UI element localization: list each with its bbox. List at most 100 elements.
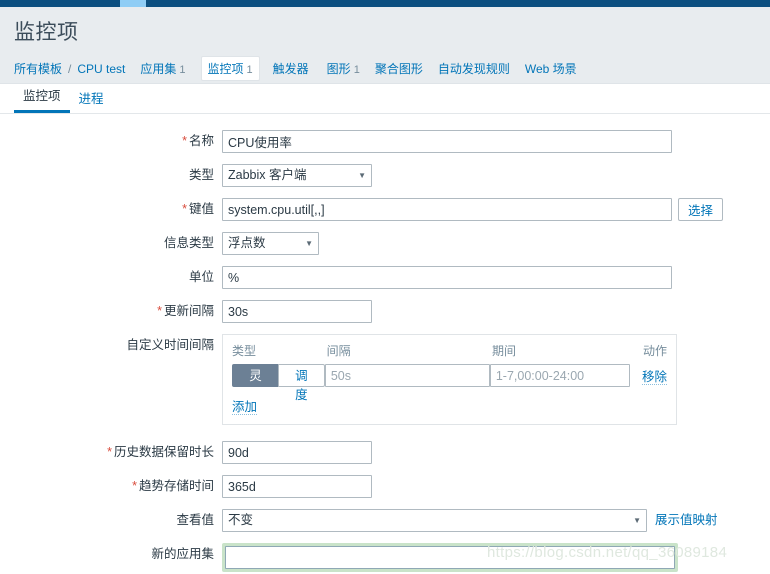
form-row-custom-intervals: 自定义时间间隔 类型 间隔 期间 动作 灵活 调度 50s 1-7,00:00-… (0, 334, 770, 425)
breadcrumb-item-count: 1 (179, 64, 186, 76)
units-label-text: 单位 (188, 270, 214, 284)
custom-intervals-label-text: 自定义时间间隔 (126, 338, 214, 352)
tab-item[interactable]: 监控项 (14, 85, 70, 113)
required-marker: * (157, 304, 162, 318)
new-application-label-text: 新的应用集 (151, 547, 214, 561)
value-mapping-label: 查看值 (0, 509, 222, 531)
form-row-name: * 名称 (0, 130, 770, 153)
breadcrumb-host[interactable]: CPU test (77, 62, 125, 76)
form-row-type: 类型 Zabbix 客户端 ▼ (0, 164, 770, 187)
breadcrumb-all-templates[interactable]: 所有模板 (14, 60, 62, 77)
tab-bar: 监控项 进程 (0, 84, 770, 114)
units-input[interactable] (222, 266, 672, 289)
trends-input[interactable] (222, 475, 372, 498)
toggle-group: 灵活 调度 (232, 364, 325, 402)
type-select[interactable]: Zabbix 客户端 ▼ (222, 164, 372, 187)
form-row-new-application: 新的应用集 (0, 543, 770, 572)
trends-label-text: 趋势存储时间 (138, 479, 214, 493)
value-mapping-label-text: 查看值 (176, 513, 214, 527)
column-header-type: 类型 (232, 344, 257, 358)
custom-intervals-control: 类型 间隔 期间 动作 灵活 调度 50s 1-7,00:00-24:00 移除… (222, 334, 770, 425)
interval-period-input[interactable] (489, 364, 630, 387)
form-row-history: * 历史数据保留时长 (0, 441, 770, 464)
breadcrumb-item-label: 监控项 (207, 62, 244, 76)
info-type-label-text: 信息类型 (163, 236, 214, 250)
toggle-flexible-button[interactable]: 灵活 (232, 364, 278, 402)
breadcrumb-item-label: 聚合图形 (374, 62, 423, 76)
interval-action-cell: 移除 (630, 366, 667, 385)
chevron-down-icon: ▼ (305, 238, 313, 248)
update-interval-input[interactable] (222, 300, 372, 323)
form-row-units: 单位 (0, 266, 770, 289)
trends-label: * 趋势存储时间 (0, 475, 222, 497)
new-application-label: 新的应用集 (0, 543, 222, 565)
breadcrumb-item-count: 1 (353, 64, 360, 76)
key-control: 选择 (222, 198, 770, 221)
page-header: 监控项 (0, 7, 770, 54)
interval-period-cell (489, 364, 630, 387)
name-label: * 名称 (0, 130, 222, 152)
new-application-input[interactable] (225, 546, 675, 569)
form-row-trends: * 趋势存储时间 (0, 475, 770, 498)
page-title: 监控项 (14, 20, 79, 44)
custom-intervals-label: 自定义时间间隔 (0, 334, 222, 356)
item-form: *名称 类型 Zabbix 客户端 ▼ *键值 选择 信息类型 (0, 114, 770, 572)
required-marker: * (132, 479, 137, 493)
new-application-focus-ring (222, 543, 678, 572)
units-label: 单位 (0, 266, 222, 288)
toggle-scheduling-button[interactable]: 调度 (277, 364, 325, 402)
required-marker: * (107, 445, 112, 459)
name-input[interactable] (222, 130, 672, 153)
interval-delay-cell (324, 364, 490, 387)
remove-interval-link[interactable]: 移除 (641, 370, 667, 385)
breadcrumb: 所有模板 / CPU test 应用集 1 监控项 1 触发器 图形 1 聚合图形 自… (0, 54, 770, 84)
breadcrumb-item-screens[interactable]: 聚合图形 (375, 60, 423, 77)
update-interval-label-text: 更新间隔 (163, 304, 214, 318)
top-accent-right (146, 0, 770, 7)
breadcrumb-item-graphs[interactable]: 图形 1 (327, 60, 360, 77)
history-label-text: 历史数据保留时长 (113, 445, 214, 459)
info-type-select[interactable]: 浮点数 ▼ (222, 232, 319, 255)
form-row-value-mapping: 查看值 不变 ▼ 展示值映射 (0, 509, 770, 532)
select-key-button[interactable]: 选择 (678, 198, 724, 221)
info-type-control: 浮点数 ▼ (222, 232, 770, 255)
history-control (222, 441, 770, 464)
breadcrumb-item-web[interactable]: Web 场景 (525, 60, 577, 77)
chevron-down-icon: ▼ (358, 170, 366, 180)
update-interval-label: * 更新间隔 (0, 300, 222, 322)
breadcrumb-item-count: 1 (246, 64, 253, 76)
trends-control (222, 475, 770, 498)
show-value-mappings-link[interactable]: 展示值映射 (655, 509, 718, 532)
form-row-info-type: 信息类型 浮点数 ▼ (0, 232, 770, 255)
type-control: Zabbix 客户端 ▼ (222, 164, 770, 187)
type-label: 类型 (0, 164, 222, 186)
breadcrumb-item-label: Web 场景 (524, 62, 577, 76)
tab-preprocessing[interactable]: 进程 (70, 88, 113, 113)
custom-intervals-table: 类型 间隔 期间 动作 灵活 调度 50s 1-7,00:00-24:00 移除… (222, 334, 677, 425)
column-header-action: 动作 (642, 344, 667, 358)
breadcrumb-item-discovery[interactable]: 自动发现规则 (438, 60, 510, 77)
info-type-select-value: 浮点数 (228, 236, 266, 250)
name-control (222, 130, 770, 153)
name-label-text: 名称 (188, 134, 214, 148)
value-mapping-control: 不变 ▼ 展示值映射 (222, 509, 770, 532)
breadcrumb-item-label: 自动发现规则 (437, 62, 510, 76)
interval-delay-input[interactable] (324, 364, 490, 387)
units-control (222, 266, 770, 289)
key-input[interactable] (222, 198, 672, 221)
form-row-key: *键值 选择 (0, 198, 770, 221)
value-mapping-select[interactable]: 不变 ▼ (222, 509, 647, 532)
value-mapping-select-value: 不变 (228, 513, 254, 527)
custom-interval-row: 灵活 调度 移除 (232, 364, 667, 402)
breadcrumb-item-label: 图形 (326, 62, 351, 76)
top-accent-highlight (120, 0, 146, 7)
key-label: * 键值 (0, 198, 222, 220)
breadcrumb-item-items[interactable]: 监控项 1 (200, 56, 260, 81)
key-label-text: 键值 (188, 202, 214, 216)
breadcrumb-item-applications[interactable]: 应用集 1 (140, 60, 185, 77)
new-application-control (222, 543, 770, 572)
history-input[interactable] (222, 441, 372, 464)
add-interval-link[interactable]: 添加 (232, 400, 258, 415)
breadcrumb-item-triggers[interactable]: 触发器 (273, 60, 312, 77)
update-interval-control (222, 300, 770, 323)
